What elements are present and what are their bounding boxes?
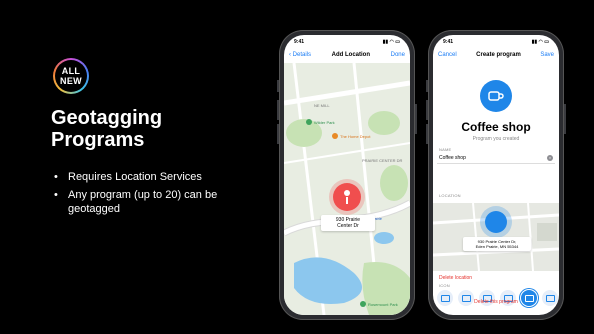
slide-headline: Geotagging Programs [51,107,162,151]
address-callout: 930 Prairie Center Dr, Eden Prairie, MN … [463,237,531,251]
name-value: Coffee shop [439,155,466,161]
coffee-cup-icon[interactable] [480,80,512,112]
status-icons: ▮▮ ◠ ▭ [531,39,549,45]
location-map[interactable]: 930 Prairie Center Dr, Eden Prairie, MN … [433,203,559,271]
road-label: NE MILL [314,103,330,108]
delete-location-button[interactable]: Delete location [439,275,472,281]
name-field[interactable]: Coffee shop × [437,153,555,164]
cancel-button[interactable]: Cancel [438,52,457,58]
bullet-list: Requires Location Services Any program (… [54,170,238,220]
address-line2: Center Dr [337,223,359,229]
status-bar: 9:41 ▮▮ ◠ ▭ [284,35,410,49]
badge-line2: NEW [60,76,82,86]
bullet-item: Any program (up to 20) can be geotagged [54,188,238,216]
name-label: NAME [439,147,452,152]
volume-up-button [426,100,428,120]
program-name: Coffee shop [461,120,531,134]
bullet-item: Requires Location Services [54,170,238,184]
status-icons: ▮▮ ◠ ▭ [382,39,400,45]
location-pin-icon [485,211,507,233]
badge-line1: ALL [61,66,81,76]
all-new-badge: ALL NEW [53,58,89,94]
volume-down-button [277,124,279,144]
program-subtitle: Program you created [472,136,520,142]
delete-program-button[interactable]: Delete this program [433,299,559,305]
phone-screen: 9:41 ▮▮ ◠ ▭ ‹ Details Add Location Done [284,35,410,315]
store-icon [332,133,338,139]
side-button [277,80,279,92]
save-button[interactable]: Save [540,52,554,58]
park-icon [360,301,366,307]
headline-line2: Programs [51,129,145,151]
power-button [564,104,566,134]
clear-icon[interactable]: × [547,155,553,161]
icon-label: ICON [439,283,450,288]
road-label: PRAIRIE CENTER DR [362,158,403,163]
park-icon [306,119,312,125]
nav-bar: Cancel Create program Save [433,49,559,61]
nav-bar: ‹ Details Add Location Done [284,49,410,61]
poi-home-depot[interactable]: The Home Depot [332,133,370,139]
power-button [415,104,417,134]
map-view[interactable]: Wilder Park The Home Depot Eden Prairie … [284,63,410,315]
headline-line1: Geotagging [51,107,163,129]
nav-title: Create program [476,52,521,58]
status-time: 9:41 [443,39,454,45]
location-label: LOCATION [439,193,461,198]
phone-screen: 9:41 ▮▮ ◠ ▭ Cancel Create program Save C… [433,35,559,315]
volume-down-button [426,124,428,144]
poi-wilder-park[interactable]: Wilder Park [306,119,335,125]
phone-create-program: 9:41 ▮▮ ◠ ▭ Cancel Create program Save C… [426,30,566,320]
back-label: Details [292,52,312,58]
status-bar: 9:41 ▮▮ ◠ ▭ [433,35,559,49]
side-button [426,80,428,92]
status-time: 9:41 [294,39,305,45]
address-line2: Eden Prairie, MN 55344 [475,244,519,249]
volume-up-button [277,100,279,120]
phone-add-location: 9:41 ▮▮ ◠ ▭ ‹ Details Add Location Done [277,30,417,320]
location-pin-icon[interactable] [333,183,361,211]
back-button[interactable]: ‹ Details [289,52,311,58]
nav-title: Add Location [331,52,370,58]
done-button[interactable]: Done [391,52,405,58]
poi-rosemount-park[interactable]: Rosemount Park [360,301,398,307]
address-callout: 930 Prairie Center Dr [321,215,375,231]
